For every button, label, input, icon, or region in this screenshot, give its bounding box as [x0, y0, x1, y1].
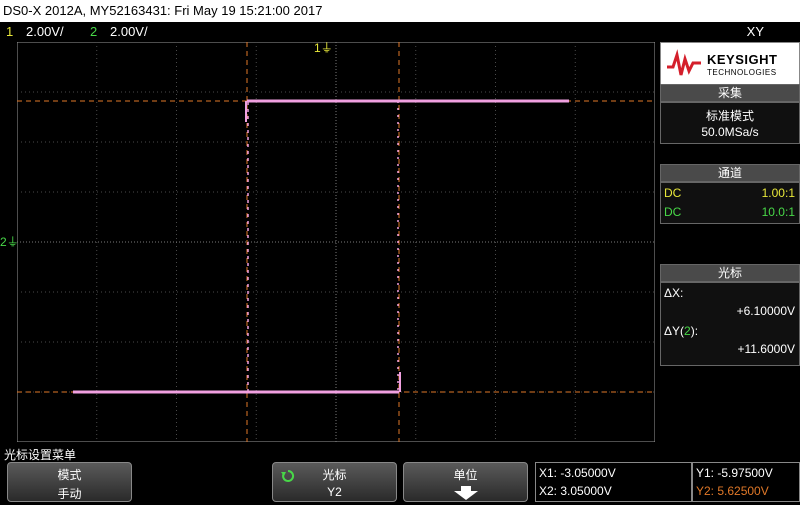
unit-softkey-label: 单位: [453, 468, 478, 482]
delta-y-value: +11.6000V: [737, 342, 796, 356]
mode-softkey-value: 手动: [57, 487, 82, 501]
channel-section: DC 1.00:1 DC 10.0:1: [660, 182, 800, 224]
arrow-down-icon: [453, 486, 478, 500]
ch2-scale[interactable]: 2.00V/: [110, 22, 148, 42]
ch2-marker-label: 2: [0, 235, 7, 249]
ch1-scale[interactable]: 2.00V/: [26, 22, 64, 42]
ch1-ground-marker[interactable]: 1⏚: [314, 42, 333, 54]
ch1-coupling: DC: [664, 186, 682, 200]
channel-bar: 1 2.00V/ 2 2.00V/ XY: [0, 22, 800, 42]
cursor-header[interactable]: 光标: [660, 264, 800, 282]
acquire-mode: 标准模式: [705, 109, 754, 123]
softkey-bar: 光标设置菜单 模式 手动 光标 Y2 单位 X1: -3.05000V X2: …: [0, 442, 800, 503]
ch1-marker-label: 1: [314, 41, 321, 55]
x-cursor-readout: X1: -3.05000V X2: 3.05000V: [535, 462, 692, 502]
ch2-coupling: DC: [664, 205, 682, 219]
instrument-title: DS0-X 2012A, MY52163431: Fri May 19 15:2…: [3, 3, 323, 18]
delta-y-label: ΔY(2):: [664, 324, 698, 338]
ch2-number[interactable]: 2: [90, 22, 97, 42]
title-bar: DS0-X 2012A, MY52163431: Fri May 19 15:2…: [0, 0, 800, 22]
y2-value: Y2: 5.62500V: [696, 484, 769, 498]
delta-y-label-end: ):: [690, 324, 699, 338]
ch1-probe: 1.00:1: [761, 186, 795, 200]
x1-value: X1: -3.05000V: [539, 466, 616, 480]
delta-x-label: ΔX:: [664, 286, 684, 300]
unit-softkey[interactable]: 单位: [403, 462, 528, 502]
y1-value: Y1: -5.97500V: [696, 466, 773, 480]
scope-graticule: [17, 42, 655, 442]
ch2-ground-marker[interactable]: 2⏚: [0, 236, 19, 248]
delta-y-channel: 2: [684, 324, 691, 338]
menu-title: 光标设置菜单: [4, 448, 77, 462]
sample-rate: 50.0MSa/s: [701, 125, 759, 139]
acquire-header[interactable]: 采集: [660, 84, 800, 102]
delta-x-value: +6.10000V: [736, 304, 795, 318]
y-cursor-readout: Y1: -5.97500V Y2: 5.62500V: [692, 462, 800, 502]
x2-value: X2: 3.05000V: [539, 484, 612, 498]
mode-softkey-label: 模式: [57, 468, 82, 482]
keysight-logo: KEYSIGHT TECHNOLOGIES: [660, 42, 800, 86]
side-panel: KEYSIGHT TECHNOLOGIES 采集 标准模式 50.0MSa/s …: [660, 42, 800, 442]
ch1-number[interactable]: 1: [6, 22, 13, 42]
display-mode[interactable]: XY: [747, 22, 764, 42]
rotate-knob-icon: [281, 469, 295, 482]
keysight-wave-icon: [667, 49, 701, 76]
brand-sub: TECHNOLOGIES: [707, 68, 777, 77]
acquire-section: 标准模式 50.0MSa/s: [660, 102, 800, 144]
cursor-section: ΔX: +6.10000V ΔY(2): +11.6000V: [660, 282, 800, 366]
channel-header[interactable]: 通道: [660, 164, 800, 182]
cursor-softkey-value: Y2: [327, 485, 342, 499]
mode-softkey[interactable]: 模式 手动: [7, 462, 132, 502]
delta-y-label-start: ΔY(: [664, 324, 685, 338]
ch2-probe: 10.0:1: [761, 205, 795, 219]
brand-name: KEYSIGHT: [707, 52, 778, 67]
cursor-softkey[interactable]: 光标 Y2: [272, 462, 397, 502]
